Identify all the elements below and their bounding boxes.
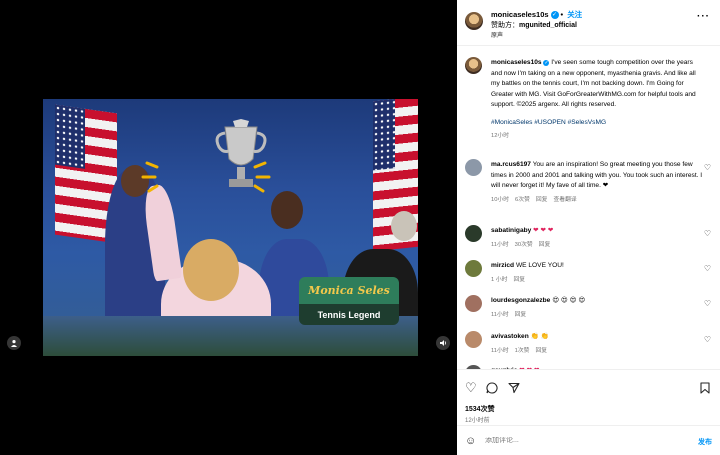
post-media: Monica Seles Tennis Legend <box>0 0 457 455</box>
comment-body: lourdesgonzalezbe 😍 😍 😍 😍 11小时 回复 <box>491 296 703 320</box>
comment-username[interactable]: ma.rcus6197 <box>491 161 531 168</box>
heart-icon[interactable]: ♡ <box>704 335 711 344</box>
comment-meta: 10小时 6次赞 回复 查看翻译 <box>491 195 703 206</box>
sponsor-line: 赞助方：mgunited_official <box>491 20 577 30</box>
sponsor-label: 赞助方： <box>491 22 519 29</box>
comment-body: ma.rcus6197 You are an inspiration! So g… <box>491 160 703 205</box>
person-right-head <box>391 211 417 241</box>
comment-time: 11小时 <box>491 347 509 354</box>
badge-name: Monica Seles <box>299 277 399 304</box>
comment-likes[interactable]: 1次赞 <box>515 346 530 357</box>
post-header: monicaseles10s ✓ • 关注 赞助方：mgunited_offic… <box>457 0 720 46</box>
action-bar: ♡ 1534次赞 12小时前 <box>457 369 720 424</box>
reply-button[interactable]: 回复 <box>539 240 551 251</box>
sponsor-name[interactable]: mgunited_official <box>519 22 577 29</box>
name-badge: Monica Seles Tennis Legend <box>299 277 399 325</box>
verified-icon: ✓ <box>550 10 559 19</box>
save-icon[interactable] <box>700 382 710 394</box>
avatar[interactable] <box>465 57 482 74</box>
comment-time: 11小时 <box>491 311 509 318</box>
verified-icon: ✓ <box>543 60 550 66</box>
avatar[interactable] <box>465 225 482 242</box>
comment-meta: 1 小时 回复 <box>491 275 703 286</box>
comment-body: avivastoken 👏 👏 11小时 1次赞 回复 <box>491 332 703 356</box>
reply-button[interactable]: 回复 <box>515 310 527 321</box>
post-panel: monicaseles10s ✓ • 关注 赞助方：mgunited_offic… <box>457 0 720 455</box>
heart-icon[interactable]: ♡ <box>704 264 711 273</box>
post-time: 12小时前 <box>465 418 490 424</box>
like-icon[interactable]: ♡ <box>465 380 477 396</box>
more-options-icon[interactable]: ··· <box>697 11 710 22</box>
comment-username[interactable]: lourdesgonzalezbe <box>491 297 550 304</box>
comment-time: 1 小时 <box>491 276 508 283</box>
comment-likes[interactable]: 30次赞 <box>515 240 533 251</box>
audio-label[interactable]: 原声 <box>491 30 503 39</box>
comment-meta: 11小时 1次赞 回复 <box>491 346 703 357</box>
caption-text: I've seen some tough competition over th… <box>491 59 696 108</box>
comment-text: ❤ ❤ ❤ <box>533 227 554 234</box>
avatar[interactable] <box>465 331 482 348</box>
speaker-icon[interactable] <box>436 336 450 350</box>
comment-body: sabatinigaby ❤ ❤ ❤ 11小时 30次赞 回复 <box>491 226 703 250</box>
comment-text: 😍 😍 😍 😍 <box>552 297 586 304</box>
comment-username[interactable]: avivastoken <box>491 333 529 340</box>
caption-body: monicaseles10s ✓ I've seen some tough co… <box>491 58 703 142</box>
comment-text: WE LOVE YOU! <box>515 262 564 269</box>
comment-username[interactable]: mirzicd <box>491 262 514 269</box>
player-head <box>183 239 239 301</box>
heart-icon[interactable]: ♡ <box>704 229 711 238</box>
comment-input[interactable] <box>485 437 665 444</box>
post-button[interactable]: 发布 <box>698 437 712 447</box>
comments-list[interactable]: monicaseles10s ✓ I've seen some tough co… <box>457 47 720 369</box>
comment-icon[interactable] <box>486 382 498 394</box>
caption-time: 12小时 <box>491 133 510 139</box>
caption-meta: 12小时 <box>491 131 703 142</box>
comment-meta: 11小时 30次赞 回复 <box>491 240 703 251</box>
comment-composer: ☺ 发布 <box>457 425 720 455</box>
avatar[interactable] <box>465 260 482 277</box>
video-player[interactable]: Monica Seles Tennis Legend <box>43 99 418 356</box>
heart-icon[interactable]: ♡ <box>704 299 711 308</box>
reply-button[interactable]: 回复 <box>535 346 547 357</box>
reply-button[interactable]: 回复 <box>536 195 548 206</box>
comment-text: 👏 👏 <box>530 333 549 340</box>
comment-username[interactable]: sabatinigaby <box>491 227 531 234</box>
comment-time: 10小时 <box>491 196 510 203</box>
badge-subtitle: Tennis Legend <box>299 304 399 325</box>
emoji-icon[interactable]: ☺ <box>465 435 476 447</box>
comment-meta: 11小时 回复 <box>491 310 703 321</box>
header-user-row: monicaseles10s ✓ • 关注 <box>491 9 582 20</box>
avatar[interactable] <box>465 12 483 30</box>
comment-body: mirzicd WE LOVE YOU! 1 小时 回复 <box>491 261 703 285</box>
caption-hashtags[interactable]: #MonicaSeles #USOPEN #SelesVsMG <box>491 118 703 129</box>
like-count[interactable]: 1534次赞 <box>465 404 495 414</box>
header-username[interactable]: monicaseles10s <box>491 10 549 19</box>
translate-button[interactable]: 查看翻译 <box>553 195 576 206</box>
sparkle-icon <box>141 161 271 193</box>
avatar[interactable] <box>465 159 482 176</box>
avatar[interactable] <box>465 295 482 312</box>
person-mid-head <box>271 191 303 229</box>
reply-button[interactable]: 回复 <box>513 275 525 286</box>
caption-username[interactable]: monicaseles10s <box>491 59 542 66</box>
heart-icon[interactable]: ♡ <box>704 163 711 172</box>
share-icon[interactable] <box>508 382 520 394</box>
header-separator: • <box>560 10 564 19</box>
comment-likes[interactable]: 6次赞 <box>515 195 530 206</box>
follow-button[interactable]: 关注 <box>567 9 582 20</box>
comment-time: 11小时 <box>491 241 509 248</box>
user-tag-icon[interactable] <box>7 336 21 350</box>
